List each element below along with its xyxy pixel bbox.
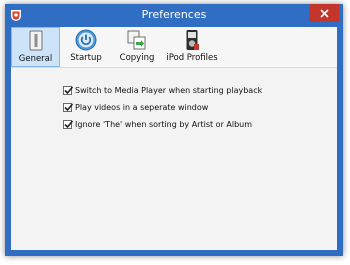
close-icon: [319, 8, 329, 18]
tab-ipod-profiles[interactable]: iPod Profiles: [162, 27, 222, 67]
title-bar[interactable]: Preferences: [5, 4, 343, 27]
tab-startup-label: Startup: [70, 53, 102, 63]
checkbox-checked[interactable]: [63, 86, 74, 95]
close-button[interactable]: [309, 4, 339, 22]
option-label: Play videos in a seperate window: [75, 103, 209, 112]
preferences-window: Preferences General Startup Copying iPod…: [5, 4, 343, 256]
option-ignore-the-when-sorting[interactable]: Ignore 'The' when sorting by Artist or A…: [63, 116, 262, 133]
window-title: Preferences: [141, 8, 207, 21]
tab-ipod-profiles-label: iPod Profiles: [166, 53, 218, 63]
checkbox-checked[interactable]: [63, 120, 74, 129]
copy-icon: [127, 30, 146, 50]
tab-startup[interactable]: Startup: [60, 27, 112, 67]
power-icon: [75, 29, 97, 51]
general-options: Switch to Media Player when starting pla…: [63, 82, 262, 133]
general-icon: [29, 30, 42, 51]
preferences-content: General Startup Copying iPod Profiles Sw…: [11, 27, 337, 250]
option-play-videos-separate-window[interactable]: Play videos in a seperate window: [63, 99, 262, 116]
tab-general[interactable]: General: [11, 27, 60, 67]
tab-general-label: General: [18, 54, 53, 64]
ipod-icon: [186, 30, 199, 50]
preferences-toolbar: General Startup Copying iPod Profiles: [11, 27, 337, 68]
option-label: Ignore 'The' when sorting by Artist or A…: [75, 120, 253, 129]
tab-copying[interactable]: Copying: [112, 27, 162, 67]
checkbox-checked[interactable]: [63, 103, 74, 112]
tab-copying-label: Copying: [119, 53, 155, 63]
option-label: Switch to Media Player when starting pla…: [75, 86, 263, 95]
option-switch-to-media-player[interactable]: Switch to Media Player when starting pla…: [63, 82, 262, 99]
